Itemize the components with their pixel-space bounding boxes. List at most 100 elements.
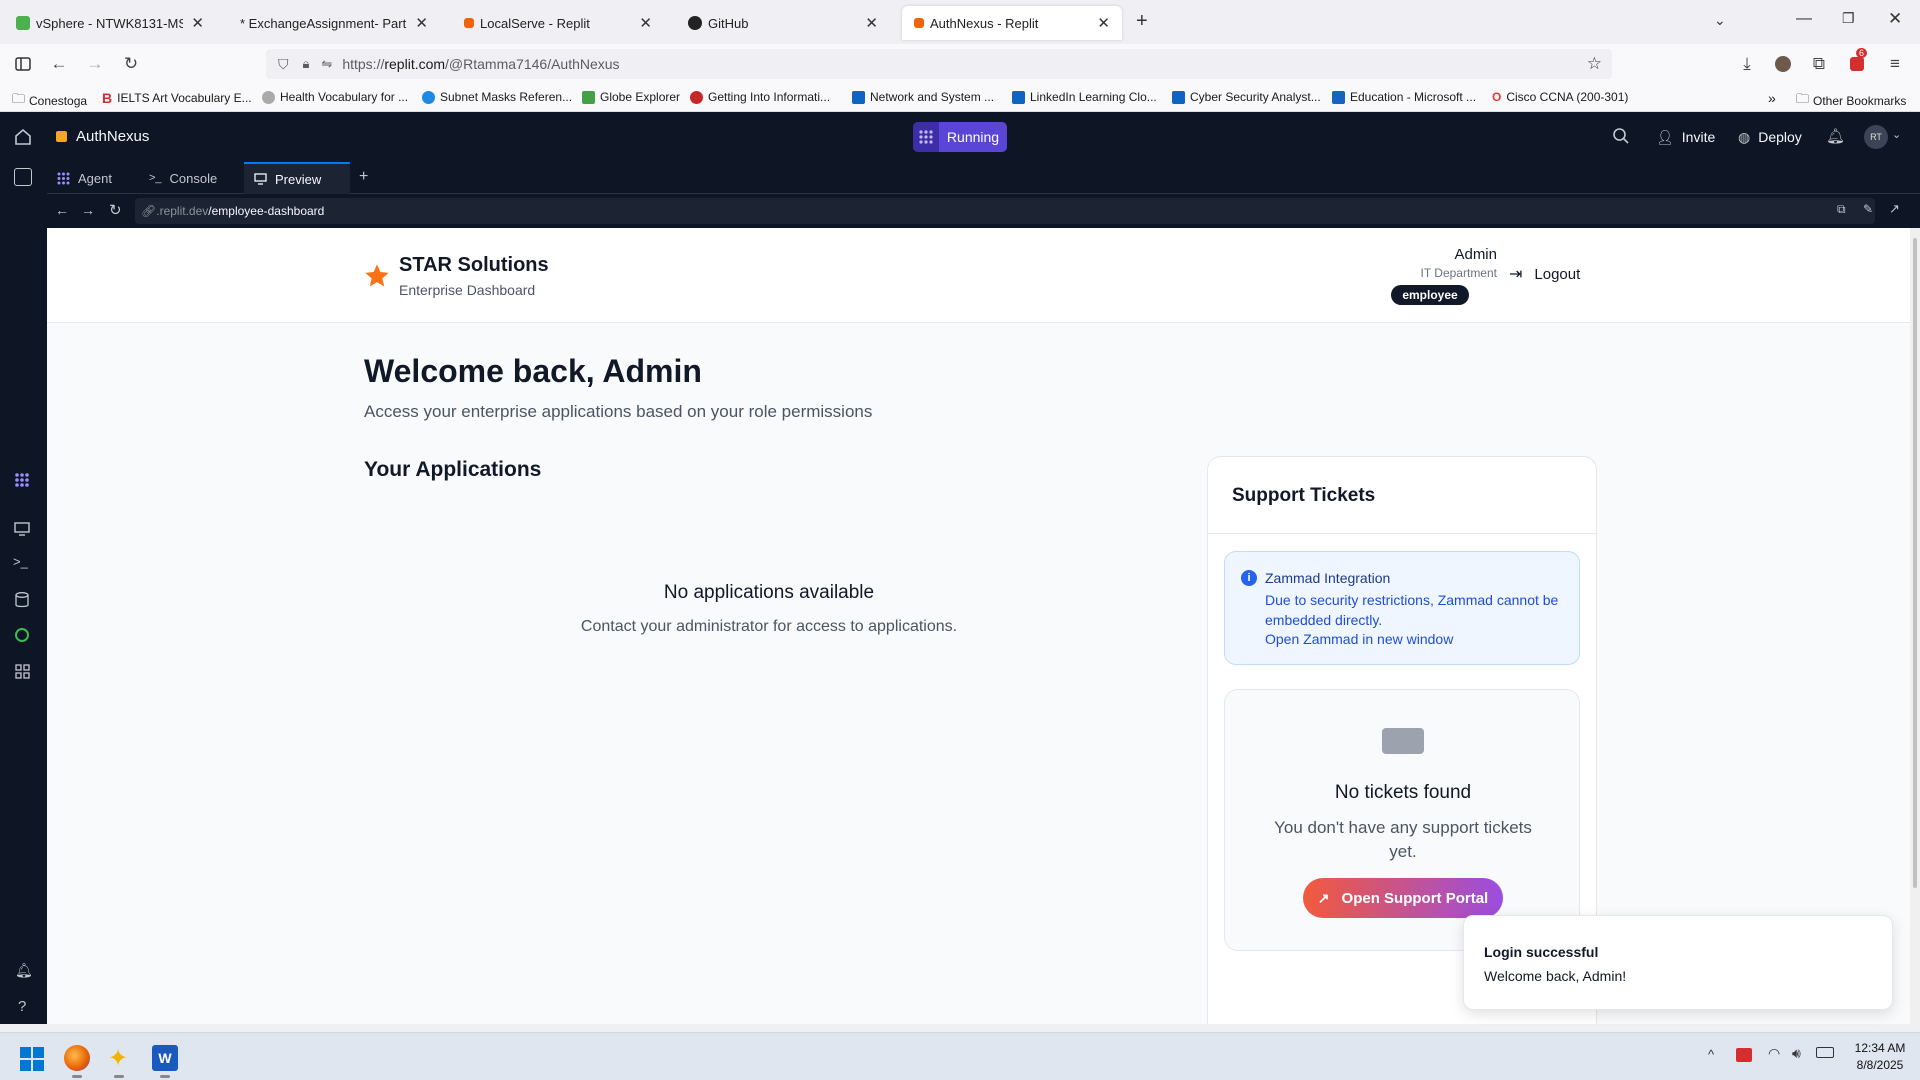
volume-icon[interactable]: 🔊︎ bbox=[1792, 1045, 1801, 1062]
deploy-button[interactable]: ◍ Deploy bbox=[1730, 123, 1810, 151]
open-external-icon[interactable]: ↗ bbox=[1889, 201, 1900, 217]
restore-icon[interactable]: ❐ bbox=[1842, 10, 1855, 27]
deploy-label: Deploy bbox=[1758, 129, 1802, 145]
tab-preview[interactable]: Preview bbox=[244, 162, 350, 194]
bookmark-star-icon[interactable]: ☆ bbox=[1587, 54, 1602, 74]
project-icon bbox=[56, 131, 67, 142]
reload-icon[interactable]: ↻ bbox=[120, 53, 142, 75]
close-tab-icon[interactable]: ✕ bbox=[415, 14, 428, 32]
invite-button[interactable]: 👤︎ Invite bbox=[1648, 123, 1723, 151]
close-tab-icon[interactable]: ✕ bbox=[639, 14, 652, 32]
browser-tab[interactable]: LocalServe - Replit ✕ bbox=[452, 6, 664, 40]
close-tab-icon[interactable]: ✕ bbox=[865, 14, 878, 32]
secrets-icon[interactable] bbox=[15, 628, 29, 642]
devices-icon[interactable]: ⧉ bbox=[1837, 202, 1846, 217]
stop-icon bbox=[913, 122, 939, 152]
bookmark-item[interactable]: O Cisco CCNA (200-301) bbox=[1492, 90, 1628, 104]
app-icon[interactable]: ✦ bbox=[108, 1044, 128, 1073]
replit-icon bbox=[914, 18, 924, 28]
divider bbox=[1208, 533, 1596, 534]
agent-icon bbox=[57, 172, 70, 185]
battery-icon[interactable] bbox=[1816, 1047, 1834, 1058]
bookmark-item[interactable]: Health Vocabulary for ... bbox=[262, 90, 408, 104]
scrollbar-thumb[interactable] bbox=[1913, 238, 1917, 888]
run-status-button[interactable]: Running bbox=[913, 122, 1007, 152]
account-avatar-icon[interactable] bbox=[1772, 53, 1794, 75]
bookmark-item[interactable]: Subnet Masks Referen... bbox=[422, 90, 572, 104]
bookmarks-bar: 🗀 Conestoga B IELTS Art Vocabulary E... He… bbox=[0, 84, 1920, 112]
cloud-icon bbox=[422, 90, 435, 104]
role-badge-label: employee bbox=[1402, 288, 1458, 302]
sidebar-toggle-icon[interactable] bbox=[12, 53, 34, 75]
back-icon[interactable]: ← bbox=[55, 202, 69, 218]
list-tabs-icon[interactable]: ⌄ bbox=[1714, 12, 1726, 29]
menu-icon[interactable]: ≡ bbox=[1884, 53, 1906, 75]
database-icon[interactable] bbox=[15, 592, 29, 608]
clock-date[interactable]: 8/8/2025 bbox=[1848, 1058, 1912, 1072]
chevron-down-icon[interactable]: ⌄ bbox=[1892, 128, 1901, 141]
extension-badge-icon[interactable]: 6 bbox=[1846, 48, 1868, 75]
monitor-icon[interactable] bbox=[14, 522, 30, 536]
bookmark-item[interactable]: Network and System ... bbox=[852, 90, 994, 104]
wifi-icon[interactable]: ◠ bbox=[1768, 1045, 1780, 1062]
notification-settings-icon[interactable]: 🔔︎ bbox=[15, 962, 33, 979]
bookmark-label: IELTS Art Vocabulary E... bbox=[117, 91, 252, 105]
tab-agent[interactable]: Agent bbox=[47, 162, 137, 194]
files-icon[interactable] bbox=[14, 168, 32, 186]
close-tab-icon[interactable]: ✕ bbox=[191, 14, 204, 32]
bookmark-item[interactable]: LinkedIn Learning Clo... bbox=[1012, 90, 1157, 104]
minimize-icon[interactable]: — bbox=[1796, 10, 1812, 28]
extensions-icon[interactable]: ⧉ bbox=[1808, 53, 1830, 75]
open-support-portal-button[interactable]: ↗ Open Support Portal bbox=[1303, 878, 1503, 918]
no-tickets-text: You don't have any support tickets yet. bbox=[1274, 818, 1532, 861]
brand-subtitle: Enterprise Dashboard bbox=[399, 282, 536, 298]
close-window-icon[interactable]: ✕ bbox=[1888, 9, 1902, 29]
devtools-icon[interactable]: ✎ bbox=[1863, 202, 1873, 216]
notifications-icon[interactable]: 🔔︎ bbox=[1826, 127, 1845, 145]
clock-time[interactable]: 12:34 AM bbox=[1848, 1041, 1912, 1055]
forward-icon[interactable]: → bbox=[84, 53, 106, 75]
bookmark-item[interactable]: B IELTS Art Vocabulary E... bbox=[102, 90, 252, 106]
terminal-icon[interactable]: >_ bbox=[13, 554, 28, 569]
bookmark-item[interactable]: Education - Microsoft ... bbox=[1332, 90, 1476, 104]
back-icon[interactable]: ← bbox=[48, 53, 70, 75]
project-name[interactable]: AuthNexus bbox=[76, 128, 149, 145]
logout-button[interactable]: ⇥ Logout bbox=[1495, 256, 1594, 292]
word-icon[interactable]: W bbox=[152, 1045, 178, 1071]
bookmark-item[interactable]: 🗀 Conestoga bbox=[12, 90, 87, 112]
agent-icon[interactable] bbox=[14, 472, 30, 488]
bookmark-item[interactable]: Getting Into Informati... bbox=[690, 90, 830, 104]
help-icon[interactable]: ? bbox=[18, 998, 26, 1015]
welcome-heading: Welcome back, Admin bbox=[364, 353, 702, 389]
windows-start-icon[interactable] bbox=[20, 1047, 44, 1071]
tab-console[interactable]: >_ Console bbox=[139, 162, 239, 194]
browser-tab[interactable]: vSphere - NTWK8131-MS1 - Su ✕ bbox=[4, 6, 216, 40]
close-tab-icon[interactable]: ✕ bbox=[1097, 14, 1110, 32]
new-tab-icon[interactable]: + bbox=[1136, 10, 1148, 33]
browser-tab-active[interactable]: AuthNexus - Replit ✕ bbox=[902, 6, 1122, 40]
add-tab-icon[interactable]: + bbox=[359, 168, 368, 186]
preview-scrollbar[interactable] bbox=[1910, 228, 1920, 1024]
firefox-icon[interactable] bbox=[64, 1045, 90, 1071]
downloads-icon[interactable]: ⤓ bbox=[1736, 53, 1758, 75]
other-bookmarks[interactable]: 🗀 Other Bookmarks bbox=[1796, 90, 1906, 112]
url-bar[interactable]: ⛉ 🔒︎ ⇋ https://replit.com/@Rtamma7146/Au… bbox=[266, 49, 1612, 79]
avatar[interactable]: RT bbox=[1864, 125, 1888, 149]
no-tickets-title: No tickets found bbox=[1334, 782, 1472, 803]
bookmark-item[interactable]: Cyber Security Analyst... bbox=[1172, 90, 1321, 104]
tray-app-icon[interactable] bbox=[1736, 1048, 1752, 1062]
browser-tab[interactable]: GitHub ✕ bbox=[676, 6, 890, 40]
preview-url-input[interactable]: 🔗︎ .replit.dev/employee-dashboard bbox=[135, 198, 1875, 224]
browser-tab[interactable]: * ExchangeAssignment- Part 2.pdf ✕ bbox=[222, 6, 440, 40]
apps-grid-icon[interactable] bbox=[15, 664, 30, 679]
search-icon[interactable] bbox=[1612, 127, 1630, 145]
bookmark-item[interactable]: Globe Explorer bbox=[582, 90, 680, 104]
open-zammad-link[interactable]: Open Zammad in new window bbox=[1265, 631, 1453, 647]
chevron-up-icon[interactable]: ^ bbox=[1708, 1047, 1714, 1062]
more-bookmarks-icon[interactable]: » bbox=[1768, 90, 1776, 106]
home-icon[interactable] bbox=[14, 128, 32, 146]
url-host: replit.com bbox=[384, 56, 446, 72]
running-indicator bbox=[160, 1075, 170, 1078]
reload-icon[interactable]: ↻ bbox=[109, 201, 122, 219]
forward-icon[interactable]: → bbox=[81, 202, 95, 218]
